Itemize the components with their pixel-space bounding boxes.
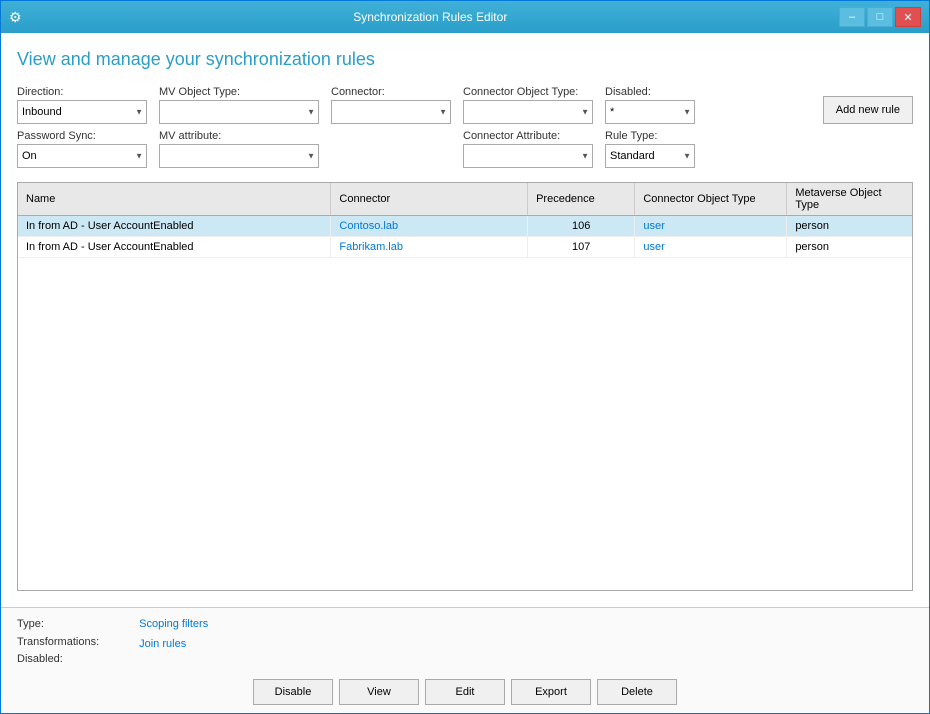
rule-type-select[interactable]: Standard Custom xyxy=(605,144,695,168)
mv-object-label: MV Object Type: xyxy=(159,86,319,98)
page-title: View and manage your synchronization rul… xyxy=(17,49,913,70)
rule-type-group: Rule Type: Standard Custom xyxy=(605,130,695,168)
password-sync-group: Password Sync: On Off xyxy=(17,130,147,168)
mv-object-select[interactable] xyxy=(159,100,319,124)
connector-select[interactable] xyxy=(331,100,451,124)
connector-attr-label: Connector Attribute: xyxy=(463,130,593,142)
cell-name: In from AD - User AccountEnabled xyxy=(18,216,331,237)
table-row[interactable]: In from AD - User AccountEnabled Fabrika… xyxy=(18,237,912,258)
cell-connector: Contoso.lab xyxy=(331,216,528,237)
password-sync-select[interactable]: On Off xyxy=(17,144,147,168)
title-bar: ⚙ Synchronization Rules Editor – □ ✕ xyxy=(1,1,929,33)
disabled-info-line: Disabled: xyxy=(17,651,99,669)
type-label: Type: xyxy=(17,618,44,630)
col-header-meta-obj-type: Metaverse Object Type xyxy=(787,183,912,216)
cell-conn-obj-type: user xyxy=(635,237,787,258)
edit-button[interactable]: Edit xyxy=(425,679,505,705)
restore-button[interactable]: □ xyxy=(867,7,893,27)
transformations-info-line: Transformations: xyxy=(17,634,99,652)
col-header-name: Name xyxy=(18,183,331,216)
minimize-button[interactable]: – xyxy=(839,7,865,27)
cell-precedence: 107 xyxy=(528,237,635,258)
rules-table: Name Connector Precedence Connector Obje… xyxy=(18,183,912,258)
window-controls: – □ ✕ xyxy=(839,7,921,27)
cell-meta-obj-type: person xyxy=(787,237,912,258)
table-row[interactable]: In from AD - User AccountEnabled Contoso… xyxy=(18,216,912,237)
mv-attr-label: MV attribute: xyxy=(159,130,319,142)
cell-conn-obj-type: user xyxy=(635,216,787,237)
bottom-buttons: Disable View Edit Export Delete xyxy=(17,679,913,705)
connector-label: Connector: xyxy=(331,86,451,98)
direction-group: Direction: Inbound Outbound xyxy=(17,86,147,124)
disabled-group: Disabled: * Yes No xyxy=(605,86,695,124)
delete-button[interactable]: Delete xyxy=(597,679,677,705)
connector-attr-select[interactable] xyxy=(463,144,593,168)
app-icon: ⚙ xyxy=(9,9,22,26)
join-rules-link[interactable]: Join rules xyxy=(139,636,208,654)
cell-connector: Fabrikam.lab xyxy=(331,237,528,258)
mv-object-group: MV Object Type: xyxy=(159,86,319,124)
bottom-info: Type: Transformations: Disabled: Scoping… xyxy=(17,616,913,669)
table-header-row: Name Connector Precedence Connector Obje… xyxy=(18,183,912,216)
connector-object-group: Connector Object Type: xyxy=(463,86,593,124)
bottom-right-info: Scoping filters Join rules xyxy=(139,616,208,669)
bottom-left-info: Type: Transformations: Disabled: xyxy=(17,616,99,669)
password-sync-label: Password Sync: xyxy=(17,130,147,142)
view-button[interactable]: View xyxy=(339,679,419,705)
bottom-panel: Type: Transformations: Disabled: Scoping… xyxy=(1,607,929,713)
filter-row-2: Password Sync: On Off MV attribute: xyxy=(17,130,913,168)
connector-attr-group: Connector Attribute: xyxy=(463,130,593,168)
window-title: Synchronization Rules Editor xyxy=(22,10,839,24)
disable-button[interactable]: Disable xyxy=(253,679,333,705)
scoping-filters-link[interactable]: Scoping filters xyxy=(139,616,208,634)
content-area: View and manage your synchronization rul… xyxy=(1,33,929,607)
export-button[interactable]: Export xyxy=(511,679,591,705)
mv-attr-group: MV attribute: xyxy=(159,130,319,168)
rules-table-container: Name Connector Precedence Connector Obje… xyxy=(17,182,913,591)
col-header-connector: Connector xyxy=(331,183,528,216)
col-header-precedence: Precedence xyxy=(528,183,635,216)
cell-name: In from AD - User AccountEnabled xyxy=(18,237,331,258)
add-new-rule-button[interactable]: Add new rule xyxy=(823,96,913,124)
connector-object-select[interactable] xyxy=(463,100,593,124)
filter-row-1: Direction: Inbound Outbound MV Object Ty… xyxy=(17,86,913,124)
direction-select[interactable]: Inbound Outbound xyxy=(17,100,147,124)
connector-object-label: Connector Object Type: xyxy=(463,86,593,98)
direction-label: Direction: xyxy=(17,86,147,98)
transformations-label: Transformations: xyxy=(17,636,99,648)
filter-section: Direction: Inbound Outbound MV Object Ty… xyxy=(17,86,913,174)
mv-attr-select[interactable] xyxy=(159,144,319,168)
close-button[interactable]: ✕ xyxy=(895,7,921,27)
disabled-label: Disabled: xyxy=(605,86,695,98)
cell-meta-obj-type: person xyxy=(787,216,912,237)
main-window: ⚙ Synchronization Rules Editor – □ ✕ Vie… xyxy=(0,0,930,714)
rule-type-label: Rule Type: xyxy=(605,130,695,142)
disabled-bottom-label: Disabled: xyxy=(17,653,63,665)
cell-precedence: 106 xyxy=(528,216,635,237)
col-header-conn-obj-type: Connector Object Type xyxy=(635,183,787,216)
connector-group: Connector: xyxy=(331,86,451,124)
disabled-select[interactable]: * Yes No xyxy=(605,100,695,124)
type-info-line: Type: xyxy=(17,616,99,634)
